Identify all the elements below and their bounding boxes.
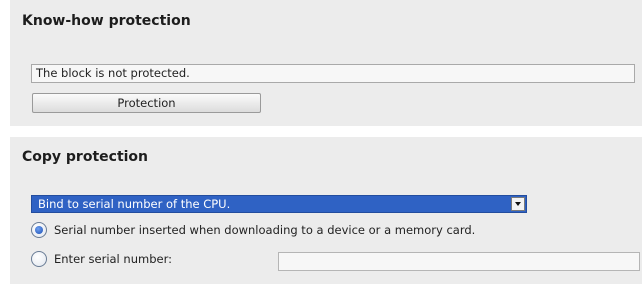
radio-label-serial-on-download: Serial number inserted when downloading … — [54, 223, 476, 237]
copy-protection-select-value: Bind to serial number of the CPU. — [38, 197, 231, 211]
radio-label-enter-serial: Enter serial number: — [54, 252, 172, 266]
serial-number-input[interactable] — [278, 252, 640, 271]
copy-protection-title: Copy protection — [22, 149, 149, 165]
chevron-down-icon[interactable] — [511, 197, 525, 211]
copy-protection-select[interactable]: Bind to serial number of the CPU. — [31, 195, 527, 213]
protection-status-field: The block is not protected. — [31, 64, 635, 83]
know-how-protection-panel: Know-how protection The block is not pro… — [10, 0, 642, 126]
radio-button-serial-on-download[interactable] — [31, 222, 47, 238]
protection-button[interactable]: Protection — [32, 93, 261, 113]
copy-protection-panel: Copy protection Bind to serial number of… — [10, 137, 642, 284]
section-divider — [10, 126, 642, 137]
radio-button-enter-serial[interactable] — [31, 251, 47, 267]
know-how-protection-title: Know-how protection — [22, 13, 191, 29]
